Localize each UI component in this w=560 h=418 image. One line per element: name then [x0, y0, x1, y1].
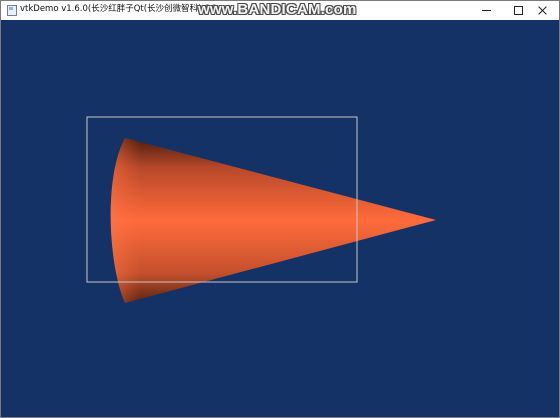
- window-title: vtkDemo v1.6.0(长沙红胖子Qt(长沙创微智科) QQ:: [20, 4, 221, 14]
- title-bar[interactable]: vtkDemo v1.6.0(长沙红胖子Qt(长沙创微智科) QQ: www.B…: [1, 1, 559, 20]
- app-window-icon: [7, 5, 17, 16]
- close-button[interactable]: [528, 1, 560, 20]
- watermark-url: www.BANDICAM.com: [198, 1, 357, 18]
- cone-base-highlight: [110, 138, 151, 303]
- render-canvas[interactable]: [1, 20, 559, 417]
- vtk-render-viewport[interactable]: [1, 20, 559, 417]
- minimize-button[interactable]: [470, 1, 502, 20]
- app-window: vtkDemo v1.6.0(长沙红胖子Qt(长沙创微智科) QQ: www.B…: [0, 0, 560, 418]
- bandicam-watermark: www.BANDICAM.com: [198, 1, 356, 19]
- cone-actor: [110, 138, 436, 303]
